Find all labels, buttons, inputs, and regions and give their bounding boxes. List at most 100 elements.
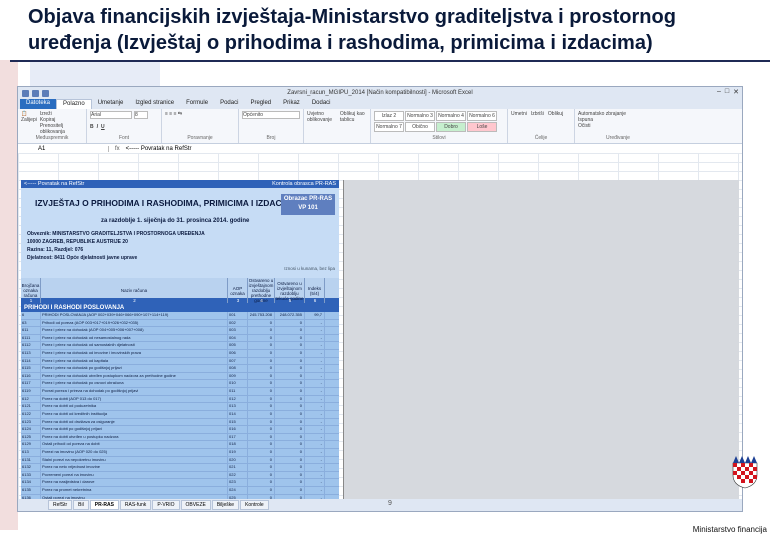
style-izlaz-2[interactable]: Izlaz 2 — [374, 111, 404, 121]
back-to-refstr-link[interactable]: <----- Povratak na RefStr — [24, 181, 84, 187]
delete-cells-button[interactable]: Izbriši — [531, 111, 544, 117]
table-row[interactable]: 63 Prihodi od poreza (AOP 003+017+019+026… — [21, 319, 339, 328]
sheet-tab-biljeske[interactable]: Bilješke — [211, 500, 240, 510]
table-row[interactable]: 6133 Povremeni porezi na imovinu 022 0 0- — [21, 471, 339, 480]
sheet-tab-bil[interactable]: Bil — [73, 500, 89, 510]
minimize-icon[interactable]: – — [717, 88, 721, 96]
table-row[interactable]: 6122 Porez na dobit od kreditnih instituc… — [21, 410, 339, 419]
name-box[interactable]: A1 — [18, 146, 109, 152]
paste-label: Zalijepi — [21, 117, 37, 123]
fx-icon[interactable]: fx — [109, 146, 126, 152]
cell-aop: 016 — [228, 426, 248, 433]
cell-prev-year: 0 — [248, 426, 275, 433]
style-lose[interactable]: Loše — [467, 122, 497, 132]
underline-button[interactable]: U — [101, 124, 105, 130]
style-normalno-4[interactable]: Normalno 4 — [436, 111, 466, 121]
conditional-formatting-button[interactable]: Uvjetno oblikovanje — [307, 111, 336, 123]
table-row[interactable]: 6129 Ostali prihodi od poreza na dobit 018… — [21, 441, 339, 449]
cells-group-label: Ćelije — [534, 135, 548, 141]
table-row[interactable]: 613 Porezi na imovinu (AOP 020 do 025) 019… — [21, 448, 339, 457]
cell-curr-year: 0 — [275, 479, 305, 487]
style-normalno-3[interactable]: Normalno 3 — [405, 111, 435, 121]
table-row[interactable]: 6134 Porez na nasljedstva i darove 023 0 0- — [21, 479, 339, 488]
sheet-tab-kontrole[interactable]: Kontrole — [240, 500, 269, 510]
table-row[interactable]: 6119 Povrat poreza i prireza na dohodak p… — [21, 388, 339, 396]
align-icons[interactable]: ≡ ≡ ≡ ⇆ — [165, 111, 235, 117]
tab-review[interactable]: Pregled — [244, 99, 277, 109]
cell-account-name: Ostali prihodi od poreza na dobit — [41, 441, 228, 448]
cell-index: - — [305, 365, 325, 372]
style-dobro[interactable]: Dobro — [436, 122, 466, 132]
table-row[interactable]: 6113 Porez i prirez na dohodak od imovine… — [21, 350, 339, 358]
formula-input[interactable]: <----- Povratak na RefStr — [126, 146, 192, 152]
cell-account-name: Stalni porezi na nepokretnu imovinu — [41, 456, 228, 464]
number-format-select[interactable]: Općenito — [242, 111, 300, 119]
maximize-icon[interactable]: □ — [725, 88, 729, 96]
table-row[interactable]: 6124 Porez na dobit po godišnjoj prijavi 0… — [21, 426, 339, 434]
format-as-table-button[interactable]: Oblikuj kao tablicu — [340, 111, 367, 123]
table-row[interactable]: 6117 Porez i prirez na dohodak po osnovi … — [21, 380, 339, 389]
taxpayer-info: Obveznik: MINISTARSTVO GRADITELJSTVA I P… — [27, 230, 205, 262]
excel-window[interactable]: Zavrsni_racun_MGIPU_2014 [Način kompatib… — [17, 86, 743, 512]
cell-curr-year: 0 — [275, 327, 305, 334]
insert-cells-button[interactable]: Umetni — [511, 111, 527, 117]
control-link[interactable]: Kontrola obrasca PR-RAS — [272, 181, 336, 187]
table-row[interactable]: 6114 Porez i prirez na dohodak od kapital… — [21, 357, 339, 366]
table-row[interactable]: 6131 Stalni porezi na nepokretnu imovinu 0… — [21, 456, 339, 465]
tab-view[interactable]: Prikaz — [277, 99, 306, 109]
cell-account-code: 613 — [21, 448, 41, 456]
italic-button[interactable]: I — [97, 124, 98, 130]
cell-account-name: Porez i prirez na dohodak od samostalnih… — [41, 342, 228, 350]
styles-group: Izlaz 2 Normalno 3 Normalno 4 Normalno 6… — [371, 109, 508, 143]
bold-button[interactable]: B — [90, 124, 94, 130]
font-size-select[interactable]: 8 — [134, 111, 148, 119]
table-row[interactable]: 6 PRIHODI POSLOVANJA (AOP 002+039+046+066… — [21, 312, 339, 320]
table-row[interactable]: 6135 Porez na promet nekretnina 024 0 0- — [21, 487, 339, 495]
style-normalno-7[interactable]: Normalno 7 — [374, 122, 404, 132]
tab-data[interactable]: Podaci — [214, 99, 244, 109]
table-row[interactable]: 6111 Porez i prirez na dohodak od nesamos… — [21, 334, 339, 343]
cell-curr-year: 0 — [275, 372, 305, 380]
format-painter-button[interactable]: Prenositelj oblikovanja — [40, 123, 83, 135]
close-icon[interactable]: ✕ — [733, 88, 739, 96]
section-title: PRIHODI I RASHODI POSLOVANJA — [21, 304, 339, 312]
cell-curr-year: 0 — [275, 456, 305, 464]
table-row[interactable]: 6123 Porez na dobit od društava za osigur… — [21, 418, 339, 427]
cell-account-code: 6129 — [21, 441, 41, 448]
cell-account-code: 6134 — [21, 479, 41, 487]
sheet-tab-ras-funk[interactable]: RAS-funk — [119, 500, 152, 510]
table-row[interactable]: 6112 Porez i prirez na dohodak od samosta… — [21, 342, 339, 351]
clear-button[interactable]: Očisti — [578, 123, 658, 129]
tab-addins[interactable]: Dodaci — [306, 99, 337, 109]
tab-file[interactable]: Datoteka — [20, 99, 57, 109]
cell-index: - — [305, 487, 325, 494]
excel-titlebar[interactable]: Zavrsni_racun_MGIPU_2014 [Način kompatib… — [18, 87, 742, 99]
table-row[interactable]: 6121 Porez na dobit od poduzetnika 013 0 0- — [21, 403, 339, 411]
tab-home[interactable]: Polazno — [56, 99, 92, 109]
font-name-select[interactable]: Arial — [90, 111, 132, 119]
cell-account-name: Porez na dobit od poduzetnika — [41, 403, 228, 410]
table-row[interactable]: 612 Porez na dobit (AOP 013 do 017) 012 0 0- — [21, 395, 339, 404]
style-obicno[interactable]: Obično — [405, 122, 435, 132]
table-row[interactable]: 6132 Porez na neto vrijednost imovine 021 0… — [21, 464, 339, 472]
format-cells-button[interactable]: Oblikuj — [548, 111, 563, 117]
paste-button[interactable]: 📋 Zalijepi — [21, 111, 37, 135]
table-row[interactable]: 6125 Porez na dobit utvrđen u postupku na… — [21, 433, 339, 442]
tab-insert[interactable]: Umetanje — [92, 99, 130, 109]
table-row[interactable]: 6115 Porez i prirez na dohodak po godišnj… — [21, 365, 339, 373]
cell-account-code: 6124 — [21, 426, 41, 433]
sheet-tab-p-vrio[interactable]: P-VRIO — [152, 500, 180, 510]
table-row[interactable]: 6116 Porez i prirez na dohodak utvrđen po… — [21, 372, 339, 381]
sheet-tab-pr-ras[interactable]: PR-RAS — [89, 500, 119, 510]
tab-formulas[interactable]: Formule — [180, 99, 214, 109]
worksheet[interactable]: <----- Povratak na RefStr Kontrola obras… — [18, 153, 742, 500]
editing-group: Automatsko zbrajanje Ispuna Očisti Uređi… — [575, 109, 661, 143]
style-normalno-6[interactable]: Normalno 6 — [467, 111, 497, 121]
sheet-tab-obveze[interactable]: OBVEZE — [180, 500, 211, 510]
sheet-tab-refstr[interactable]: RefStr — [48, 500, 73, 510]
info-line-obveznik: Obveznik: MINISTARSTVO GRADITELJSTVA I P… — [27, 231, 205, 237]
slide-title-line-1: Objava financijskih izvještaja-Ministars… — [28, 6, 676, 28]
table-row[interactable]: 611 Porez i prirez na dohodak (AOP 004+00… — [21, 327, 339, 335]
tab-page-layout[interactable]: Izgled stranice — [129, 99, 180, 109]
pr-ras-form: <----- Povratak na RefStr Kontrola obras… — [21, 180, 339, 499]
